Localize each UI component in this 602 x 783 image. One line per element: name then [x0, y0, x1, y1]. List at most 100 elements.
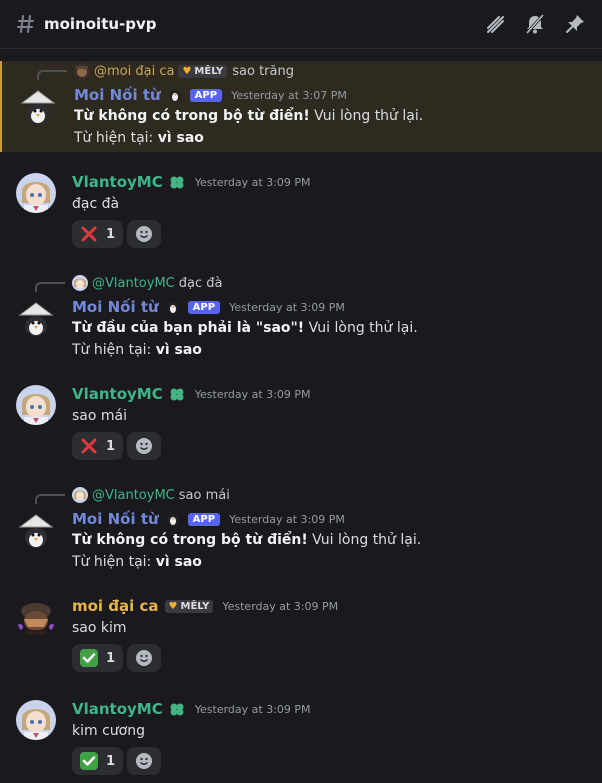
- avatar-moi[interactable]: [16, 597, 56, 637]
- cross-mark-icon: [79, 436, 99, 456]
- timestamp[interactable]: Yesterday at 3:09 PM: [229, 301, 345, 314]
- reply-author[interactable]: @moi đại ca: [94, 64, 174, 79]
- author-name[interactable]: VlantoyMC: [72, 385, 163, 403]
- message-header: moi đại ca ♥ MÊLY Yesterday at 3:09 PM: [72, 597, 338, 615]
- timestamp[interactable]: Yesterday at 3:09 PM: [229, 513, 345, 526]
- avatar-bot[interactable]: [16, 299, 56, 339]
- heart-icon: ♥: [168, 600, 178, 612]
- reaction-count: 1: [106, 650, 116, 666]
- emoji-smile-icon: [136, 226, 152, 242]
- reaction-cross-mark[interactable]: 1: [72, 432, 123, 460]
- add-reaction-button[interactable]: [127, 432, 161, 460]
- message-header: Moi Nối từ APP Yesterday at 3:09 PM: [72, 510, 345, 528]
- add-reaction-button[interactable]: [127, 747, 161, 775]
- add-reaction-button[interactable]: [127, 644, 161, 672]
- reactions-bar: 1: [72, 432, 161, 460]
- reaction-check-mark[interactable]: 1: [72, 747, 123, 775]
- avatar-vlantoy[interactable]: [16, 173, 56, 213]
- timestamp[interactable]: Yesterday at 3:09 PM: [195, 703, 311, 716]
- message-header: Moi Nối từ APP Yesterday at 3:09 PM: [72, 298, 345, 316]
- reply-text: sao trăng: [232, 63, 294, 79]
- message-item[interactable]: VlantoyMC Yesterday at 3:09 PM sao mái 1: [0, 382, 602, 462]
- message-content-line2: Từ hiện tại: vì sao: [72, 554, 202, 570]
- message-content: Từ không có trong bộ từ điển! Vui lòng t…: [74, 108, 424, 124]
- message-header: VlantoyMC Yesterday at 3:09 PM: [72, 385, 311, 403]
- reactions-bar: 1: [72, 747, 161, 775]
- reaction-cross-mark[interactable]: 1: [72, 220, 123, 248]
- message-item[interactable]: VlantoyMC Yesterday at 3:09 PM đạc đà 1: [0, 170, 602, 250]
- avatar-vlantoy-small: [72, 275, 88, 291]
- clover-icon: [168, 701, 186, 717]
- timestamp[interactable]: Yesterday at 3:07 PM: [231, 89, 347, 102]
- penguin-icon: [166, 87, 184, 103]
- app-badge: APP: [187, 512, 221, 526]
- reply-author[interactable]: @VlantoyMC: [92, 276, 175, 291]
- reaction-check-mark[interactable]: 1: [72, 644, 123, 672]
- message-content: đạc đà: [72, 196, 120, 212]
- timestamp[interactable]: Yesterday at 3:09 PM: [222, 600, 338, 613]
- avatar-moi: [74, 63, 90, 79]
- emoji-smile-icon: [136, 438, 152, 454]
- check-mark-icon: [79, 751, 99, 771]
- clover-icon: [168, 386, 186, 402]
- pinned-messages-icon[interactable]: [564, 13, 586, 35]
- threads-icon[interactable]: [484, 13, 506, 35]
- reaction-count: 1: [106, 226, 116, 242]
- message-content-line2: Từ hiện tại: vì sao: [74, 130, 204, 146]
- message-item[interactable]: @VlantoyMC đạc đà Moi Nối từ APP Yesterd…: [0, 273, 602, 363]
- author-name[interactable]: Moi Nối từ: [74, 86, 161, 104]
- reply-connector: [35, 494, 65, 504]
- avatar-vlantoy[interactable]: [16, 385, 56, 425]
- channel-header: moinoitu-pvp: [0, 0, 602, 49]
- message-content: kim cương: [72, 723, 145, 739]
- server-tag-badge: ♥ MÊLY: [164, 599, 214, 613]
- penguin-icon: [164, 299, 182, 315]
- message-header: VlantoyMC Yesterday at 3:09 PM: [72, 173, 311, 191]
- reply-text: đạc đà: [178, 275, 223, 291]
- app-badge: APP: [189, 88, 223, 102]
- reaction-count: 1: [106, 438, 116, 454]
- add-reaction-button[interactable]: [127, 220, 161, 248]
- server-tag-badge: ♥ MÊLY: [178, 64, 228, 78]
- message-content: Từ không có trong bộ từ điển! Vui lòng t…: [72, 532, 422, 548]
- reply-author[interactable]: @VlantoyMC: [92, 488, 175, 503]
- message-item[interactable]: VlantoyMC Yesterday at 3:09 PM kim cương…: [0, 697, 602, 777]
- clover-icon: [168, 174, 186, 190]
- app-badge: APP: [187, 300, 221, 314]
- reactions-bar: 1: [72, 220, 161, 248]
- reply-preview[interactable]: @moi đại ca ♥ MÊLY sao trăng: [74, 63, 294, 79]
- message-content: sao kim: [72, 620, 127, 636]
- timestamp[interactable]: Yesterday at 3:09 PM: [195, 176, 311, 189]
- message-item[interactable]: @moi đại ca ♥ MÊLY sao trăng Moi Nối từ A…: [0, 61, 602, 152]
- emoji-smile-icon: [136, 650, 152, 666]
- author-name[interactable]: Moi Nối từ: [72, 298, 159, 316]
- emoji-smile-icon: [136, 753, 152, 769]
- message-content-line2: Từ hiện tại: vì sao: [72, 342, 202, 358]
- reply-preview[interactable]: @VlantoyMC đạc đà: [72, 275, 222, 291]
- timestamp[interactable]: Yesterday at 3:09 PM: [195, 388, 311, 401]
- penguin-icon: [164, 511, 182, 527]
- message-item[interactable]: @VlantoyMC sao mái Moi Nối từ APP Yester…: [0, 485, 602, 575]
- heart-icon: ♥: [182, 65, 192, 77]
- check-mark-icon: [79, 648, 99, 668]
- message-item[interactable]: moi đại ca ♥ MÊLY Yesterday at 3:09 PM sa…: [0, 594, 602, 674]
- hash-icon: [17, 15, 34, 33]
- reply-connector: [37, 70, 67, 80]
- channel-name: moinoitu-pvp: [44, 15, 157, 33]
- reactions-bar: 1: [72, 644, 161, 672]
- message-content: Từ đầu của bạn phải là "sao"! Vui lòng t…: [72, 320, 418, 336]
- reply-preview[interactable]: @VlantoyMC sao mái: [72, 487, 230, 503]
- reaction-count: 1: [106, 753, 116, 769]
- avatar-vlantoy[interactable]: [16, 700, 56, 740]
- message-content: sao mái: [72, 408, 127, 424]
- author-name[interactable]: moi đại ca: [72, 597, 159, 615]
- message-header: VlantoyMC Yesterday at 3:09 PM: [72, 700, 311, 718]
- avatar-bot[interactable]: [18, 87, 58, 127]
- author-name[interactable]: Moi Nối từ: [72, 510, 159, 528]
- avatar-bot[interactable]: [16, 511, 56, 551]
- reply-connector: [35, 282, 65, 292]
- notifications-muted-icon[interactable]: [524, 13, 546, 35]
- author-name[interactable]: VlantoyMC: [72, 700, 163, 718]
- author-name[interactable]: VlantoyMC: [72, 173, 163, 191]
- message-header: Moi Nối từ APP Yesterday at 3:07 PM: [74, 86, 347, 104]
